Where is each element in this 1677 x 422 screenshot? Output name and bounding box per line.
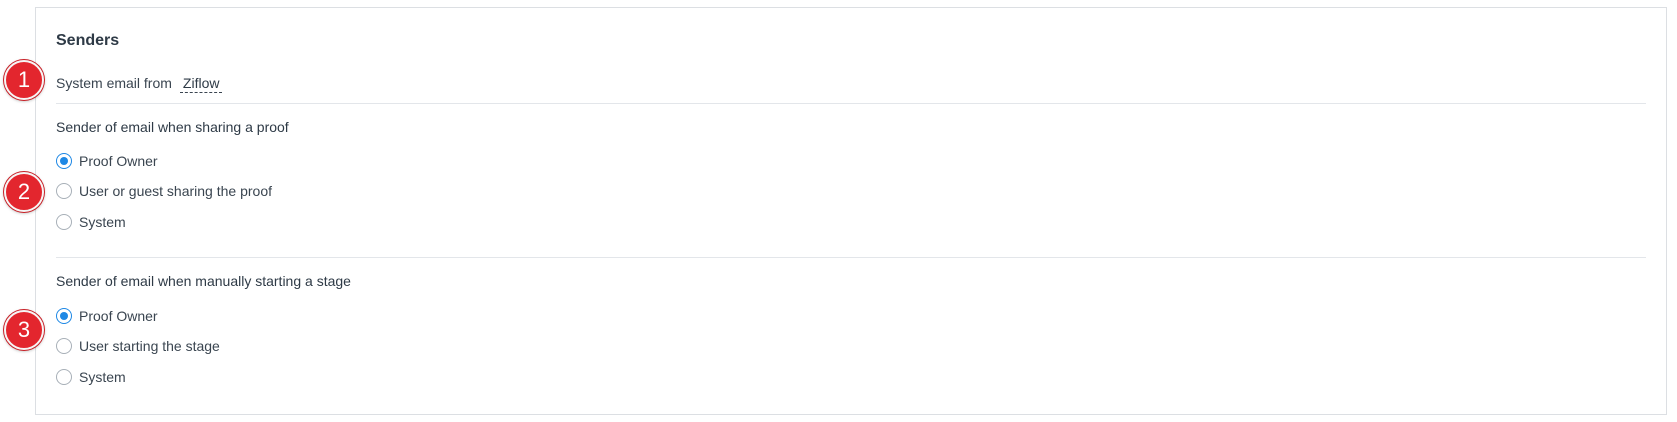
divider — [56, 257, 1646, 258]
system-email-label: System email from — [56, 75, 172, 91]
page: Senders System email from Ziflow Sender … — [0, 0, 1677, 422]
option-label: Proof Owner — [79, 308, 158, 324]
system-email-value[interactable]: Ziflow — [179, 75, 223, 93]
option-label: User starting the stage — [79, 338, 220, 354]
radio-button[interactable] — [56, 369, 72, 385]
option-label: Proof Owner — [79, 153, 158, 169]
share-proof-option-system[interactable]: System — [56, 214, 126, 230]
option-label: System — [79, 369, 126, 385]
share-proof-label: Sender of email when sharing a proof — [56, 119, 289, 135]
radio-button[interactable] — [56, 338, 72, 354]
start-stage-option-proof-owner[interactable]: Proof Owner — [56, 308, 158, 324]
share-proof-option-proof-owner[interactable]: Proof Owner — [56, 153, 158, 169]
share-proof-option-user-or-guest[interactable]: User or guest sharing the proof — [56, 183, 272, 199]
radio-button[interactable] — [56, 153, 72, 169]
start-stage-option-user-starting[interactable]: User starting the stage — [56, 338, 220, 354]
radio-button[interactable] — [56, 214, 72, 230]
radio-button[interactable] — [56, 183, 72, 199]
annotation-badge-2: 2 — [4, 172, 44, 212]
section-title: Senders — [56, 32, 120, 49]
annotation-badge-3: 3 — [4, 310, 44, 350]
divider — [56, 103, 1646, 104]
radio-button[interactable] — [56, 308, 72, 324]
start-stage-option-system[interactable]: System — [56, 369, 126, 385]
option-label: User or guest sharing the proof — [79, 183, 272, 199]
annotation-badge-1: 1 — [4, 60, 44, 100]
option-label: System — [79, 214, 126, 230]
senders-panel: Senders System email from Ziflow Sender … — [35, 7, 1667, 415]
system-email-row: System email from Ziflow — [56, 75, 223, 93]
start-stage-label: Sender of email when manually starting a… — [56, 273, 351, 289]
